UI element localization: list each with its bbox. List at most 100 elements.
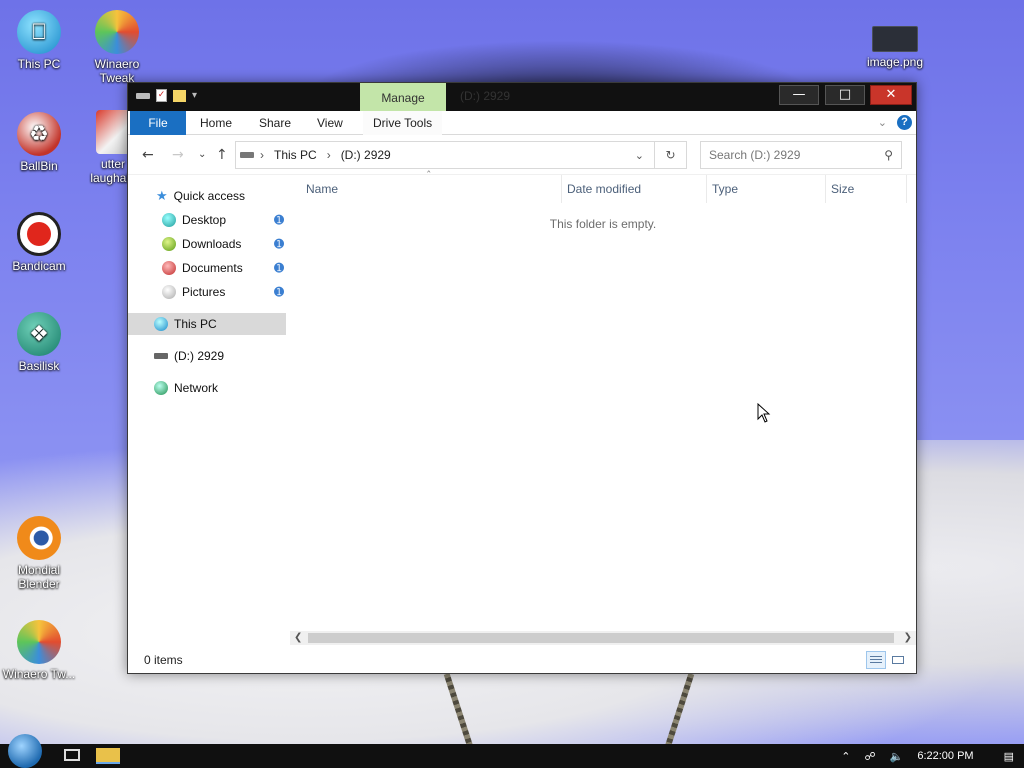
address-bar[interactable]: › This PC › (D:) 2929 ⌄ bbox=[235, 141, 655, 169]
nav-downloads[interactable]: Downloads ➊ bbox=[162, 233, 286, 255]
address-dropdown-icon[interactable]: ⌄ bbox=[635, 149, 644, 162]
desktop-icon-label: Bandicam bbox=[12, 259, 66, 273]
desktop-icon-image-png[interactable]: image.png bbox=[856, 26, 934, 69]
details-view-button[interactable] bbox=[866, 651, 886, 669]
nav-network[interactable]: Network bbox=[154, 377, 218, 399]
bandicam-icon bbox=[17, 212, 61, 256]
explorer-window: ✓ ▾ Manage (D:) 2929 — □ ✕ File Home Sha… bbox=[127, 82, 917, 674]
desktop-icon-label: Mondial Blender bbox=[17, 563, 61, 591]
breadcrumb-separator-icon[interactable]: › bbox=[327, 148, 331, 162]
title-bar[interactable]: ✓ ▾ Manage (D:) 2929 — □ ✕ bbox=[128, 83, 916, 111]
breadcrumb-separator-icon[interactable]: › bbox=[260, 148, 264, 162]
navigation-pane: ★ Quick access Desktop ➊ Downloads ➊ Doc… bbox=[128, 175, 290, 645]
desktop-icon-blender[interactable]: Mondial Blender bbox=[0, 516, 78, 591]
desktop-icon-winaero-tweaker[interactable]: Winaero Tweak bbox=[78, 10, 156, 85]
maximize-button[interactable]: □ bbox=[825, 85, 865, 105]
desktop-icon-basilisk[interactable]: ❖ Basilisk bbox=[0, 312, 78, 373]
file-explorer-taskbar-icon[interactable] bbox=[96, 748, 120, 764]
desktop-icon-bandicam[interactable]: Bandicam bbox=[0, 212, 78, 273]
tab-manage[interactable]: Manage bbox=[360, 83, 446, 111]
desktop-icon-winaero-tweaker-2[interactable]: Winaero Tw... bbox=[0, 620, 78, 681]
scroll-left-icon[interactable]: ❮ bbox=[294, 631, 302, 645]
nav-desktop[interactable]: Desktop ➊ bbox=[162, 209, 286, 231]
mouse-cursor-icon bbox=[757, 403, 771, 423]
pin-icon: ➊ bbox=[273, 237, 284, 251]
nav-label: Quick access bbox=[173, 189, 246, 203]
nav-pictures[interactable]: Pictures ➊ bbox=[162, 281, 286, 303]
new-folder-icon[interactable] bbox=[173, 89, 186, 102]
this-pc-icon: ⎕ bbox=[17, 10, 61, 54]
up-arrow-icon[interactable]: ↑ bbox=[216, 147, 228, 163]
scrollbar-thumb[interactable] bbox=[308, 633, 894, 643]
maximize-icon: □ bbox=[838, 87, 852, 102]
window-title: (D:) 2929 bbox=[460, 89, 511, 103]
drive-icon bbox=[154, 353, 168, 359]
column-header-name[interactable]: Name bbox=[306, 175, 562, 203]
tab-file[interactable]: File bbox=[130, 111, 186, 135]
desktop-icon-label: BallBin bbox=[20, 159, 58, 173]
nav-label: Documents bbox=[182, 261, 243, 275]
back-arrow-icon[interactable]: ← bbox=[142, 147, 154, 163]
content-area: ★ Quick access Desktop ➊ Downloads ➊ Doc… bbox=[128, 169, 916, 645]
search-input[interactable]: Search (D:) 2929 ⚲ bbox=[700, 141, 902, 169]
breadcrumb-this-pc[interactable]: This PC bbox=[274, 148, 317, 162]
refresh-button[interactable]: ↻ bbox=[655, 141, 687, 169]
horizontal-scrollbar[interactable]: ❮ ❯ bbox=[290, 631, 916, 645]
quick-access-toolbar: ✓ ▾ bbox=[136, 89, 197, 102]
task-view-icon[interactable] bbox=[64, 749, 80, 761]
volume-icon[interactable]: 🔈 bbox=[890, 750, 904, 763]
start-button-icon[interactable] bbox=[8, 734, 42, 768]
properties-icon[interactable]: ✓ bbox=[156, 89, 167, 102]
ribbon-tabs: File Home Share View Drive Tools ⌄ ? bbox=[128, 111, 916, 135]
desktop-icon-ballbin[interactable]: ♻ BallBin bbox=[0, 112, 78, 173]
column-header-size[interactable]: Size bbox=[831, 175, 907, 203]
nav-label: Downloads bbox=[182, 237, 242, 251]
help-icon[interactable]: ? bbox=[897, 115, 912, 130]
close-button[interactable]: ✕ bbox=[870, 85, 912, 105]
tab-home[interactable]: Home bbox=[190, 111, 242, 135]
ribbon-controls: ⌄ ? bbox=[878, 115, 912, 130]
notifications-icon[interactable]: ▤ bbox=[1004, 750, 1014, 763]
file-list: Name ˆ Date modified Type Size This fold… bbox=[290, 169, 916, 645]
details-view-icon bbox=[870, 656, 882, 664]
nav-quick-access[interactable]: ★ Quick access bbox=[156, 185, 245, 207]
winaero-tweaker-icon bbox=[95, 10, 139, 54]
recent-locations-icon[interactable]: ⌄ bbox=[198, 149, 206, 160]
nav-drive-d[interactable]: (D:) 2929 bbox=[154, 345, 224, 367]
nav-label: This PC bbox=[174, 317, 217, 331]
breadcrumb-drive[interactable]: (D:) 2929 bbox=[341, 148, 391, 162]
pictures-folder-icon bbox=[162, 285, 176, 299]
column-header-type[interactable]: Type bbox=[712, 175, 826, 203]
qat-dropdown-icon[interactable]: ▾ bbox=[192, 90, 197, 101]
tab-view[interactable]: View bbox=[307, 111, 353, 135]
network-icon bbox=[154, 381, 168, 395]
clock[interactable]: 6:22:00 PM bbox=[917, 750, 973, 762]
nav-label: (D:) 2929 bbox=[174, 349, 225, 363]
expand-ribbon-icon[interactable]: ⌄ bbox=[878, 116, 887, 129]
desktop-icon-label: Winaero Tw... bbox=[2, 667, 76, 681]
system-tray: ⌃ ☍ 🔈 6:22:00 PM ▤ bbox=[841, 744, 1014, 768]
tab-drive-tools[interactable]: Drive Tools bbox=[363, 111, 443, 135]
sort-ascending-icon: ˆ bbox=[426, 169, 432, 182]
downloads-folder-icon bbox=[162, 237, 176, 251]
nav-documents[interactable]: Documents ➊ bbox=[162, 257, 286, 279]
empty-folder-message: This folder is empty. bbox=[549, 217, 657, 231]
pin-icon: ➊ bbox=[273, 213, 284, 227]
large-icons-view-icon bbox=[892, 656, 904, 664]
network-status-icon[interactable]: ☍ bbox=[864, 750, 875, 763]
forward-arrow-icon[interactable]: → bbox=[172, 147, 184, 163]
scroll-right-icon[interactable]: ❯ bbox=[904, 631, 912, 645]
pin-icon: ➊ bbox=[273, 261, 284, 275]
large-icons-view-button[interactable] bbox=[888, 651, 908, 669]
refresh-icon: ↻ bbox=[665, 148, 676, 162]
minimize-icon: — bbox=[792, 87, 806, 102]
nav-this-pc[interactable]: This PC bbox=[128, 313, 286, 335]
tab-share[interactable]: Share bbox=[249, 111, 301, 135]
nav-label: Desktop bbox=[182, 213, 227, 227]
column-header-date-modified[interactable]: Date modified bbox=[567, 175, 707, 203]
show-hidden-icons-icon[interactable]: ⌃ bbox=[841, 750, 850, 763]
desktop-icon-this-pc[interactable]: ⎕ This PC bbox=[0, 10, 78, 71]
minimize-button[interactable]: — bbox=[779, 85, 819, 105]
desktop-icon-label: Basilisk bbox=[18, 359, 60, 373]
blender-icon bbox=[17, 516, 61, 560]
